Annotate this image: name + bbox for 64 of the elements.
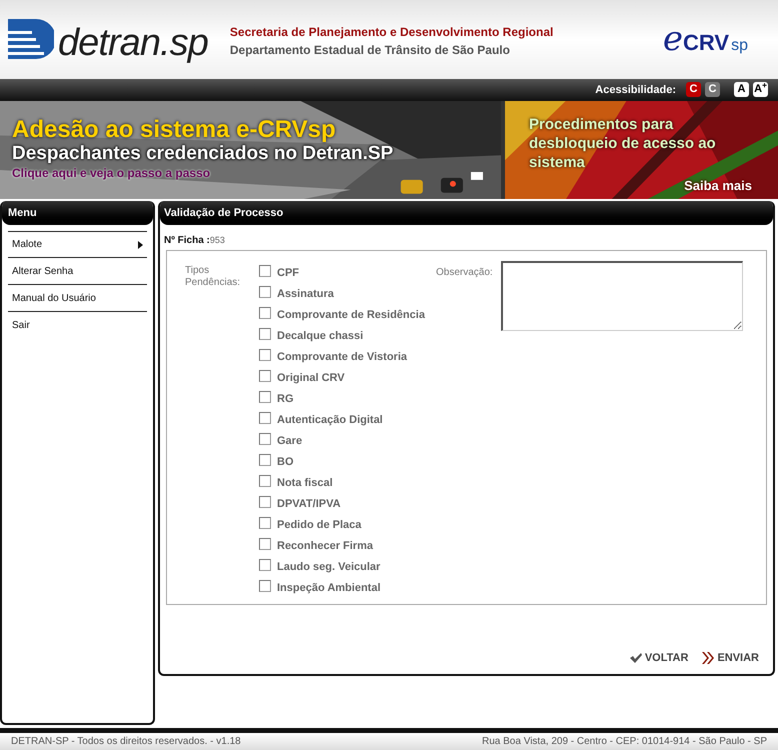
checkbox[interactable] <box>259 517 271 530</box>
pendencias-label: Tipos Pendências: <box>185 265 242 290</box>
checkbox-label: Decalque chassi <box>277 330 364 342</box>
checkbox[interactable] <box>259 580 271 592</box>
menu-title: Menu <box>8 206 37 221</box>
checkbox-label: DPVAT/IPVA <box>277 498 341 510</box>
checkbox[interactable] <box>259 475 271 488</box>
observation-field[interactable] <box>500 261 743 332</box>
checkbox-label: Autenticação Digital <box>277 414 383 426</box>
accessibility-label: Acessibilidade: <box>595 82 676 98</box>
checkbox-label: Gare <box>277 435 302 448</box>
checkbox[interactable] <box>259 265 271 278</box>
checkbox[interactable] <box>259 286 271 298</box>
menu-item[interactable]: Manual do Usuário <box>8 285 147 312</box>
footer-address: Rua Boa Vista, 209 - Centro - CEP: 01014-914 - São Paulo - SP <box>482 735 767 750</box>
observacao-label: Observação: <box>436 266 493 280</box>
menu-item[interactable]: Sair <box>8 312 147 340</box>
panel-title: Validação de Processo <box>164 206 284 221</box>
check-arrow-icon <box>630 652 642 663</box>
checkbox-label: Original CRV <box>277 372 345 384</box>
checkbox[interactable] <box>259 307 271 320</box>
checkbox[interactable] <box>259 328 271 340</box>
ficha-value: 953 <box>210 234 225 248</box>
secretaria-title: Secretaria de Planejamento e Desenvolvimento Regional <box>230 24 554 42</box>
accessibility-button[interactable]: A <box>734 82 749 98</box>
banner-subtitle: Despachantes credenciados no Detran.SP <box>12 142 394 165</box>
accessibility-button[interactable]: A$^{+}$ <box>753 82 768 98</box>
checkbox-label: BO <box>277 456 294 468</box>
checkbox[interactable] <box>259 391 271 404</box>
checkbox[interactable] <box>259 433 271 446</box>
checkbox-label: Assinatura <box>277 288 334 300</box>
double-chevron-icon <box>702 652 714 664</box>
checkbox-label: Nota fiscal <box>277 477 333 490</box>
checkbox-label: Comprovante de Residência <box>277 309 425 322</box>
banner-title: Procedimentos para desbloqueio de acesso ao sistema <box>529 114 717 172</box>
checkbox-label: Pedido de Placa <box>277 519 362 532</box>
banner[interactable]: Adesão ao sistema e-CRVsp Despachantes credenciados no Detran.SP Clique aqui e veja o passo a passo <box>0 100 501 200</box>
ecrv-logo: eCRVsp <box>662 18 748 61</box>
checkbox[interactable] <box>259 559 271 572</box>
checkbox[interactable] <box>259 454 271 466</box>
menu-item[interactable]: Alterar Senha <box>8 258 147 286</box>
department-title: Departamento Estadual de Trânsito de São Paulo <box>230 42 511 60</box>
banner-title: Adesão ao sistema e-CRVsp <box>12 116 337 143</box>
footer-copyright: DETRAN-SP - Todos os direitos reservados. - v1.18 <box>11 735 241 750</box>
logo-icon <box>8 17 54 62</box>
checkbox-label: Inspeção Ambiental <box>277 582 381 594</box>
checkbox-label: Comprovante de Vistoria <box>277 351 407 364</box>
logo-text: detran.sp <box>58 20 208 66</box>
checkbox[interactable] <box>259 538 271 550</box>
checkbox[interactable] <box>259 412 271 424</box>
ficha-label: Nº Ficha : <box>164 234 210 248</box>
checkbox[interactable] <box>259 349 271 362</box>
checkbox-label: RG <box>277 393 294 406</box>
back-button[interactable]: VOLTAR <box>630 650 688 666</box>
caret-icon <box>138 240 143 249</box>
accessibility-button[interactable]: C <box>686 82 701 98</box>
send-button[interactable]: ENVIAR <box>702 650 759 666</box>
checkbox-label: Laudo seg. Veicular <box>277 561 380 574</box>
accessibility-button[interactable]: C <box>705 82 720 98</box>
checkbox[interactable] <box>259 496 271 508</box>
menu-item[interactable]: Malote <box>8 231 147 258</box>
checkbox-label: Reconhecer Firma <box>277 540 373 552</box>
checkbox[interactable] <box>259 370 271 382</box>
checkbox-label: CPF <box>277 267 299 280</box>
